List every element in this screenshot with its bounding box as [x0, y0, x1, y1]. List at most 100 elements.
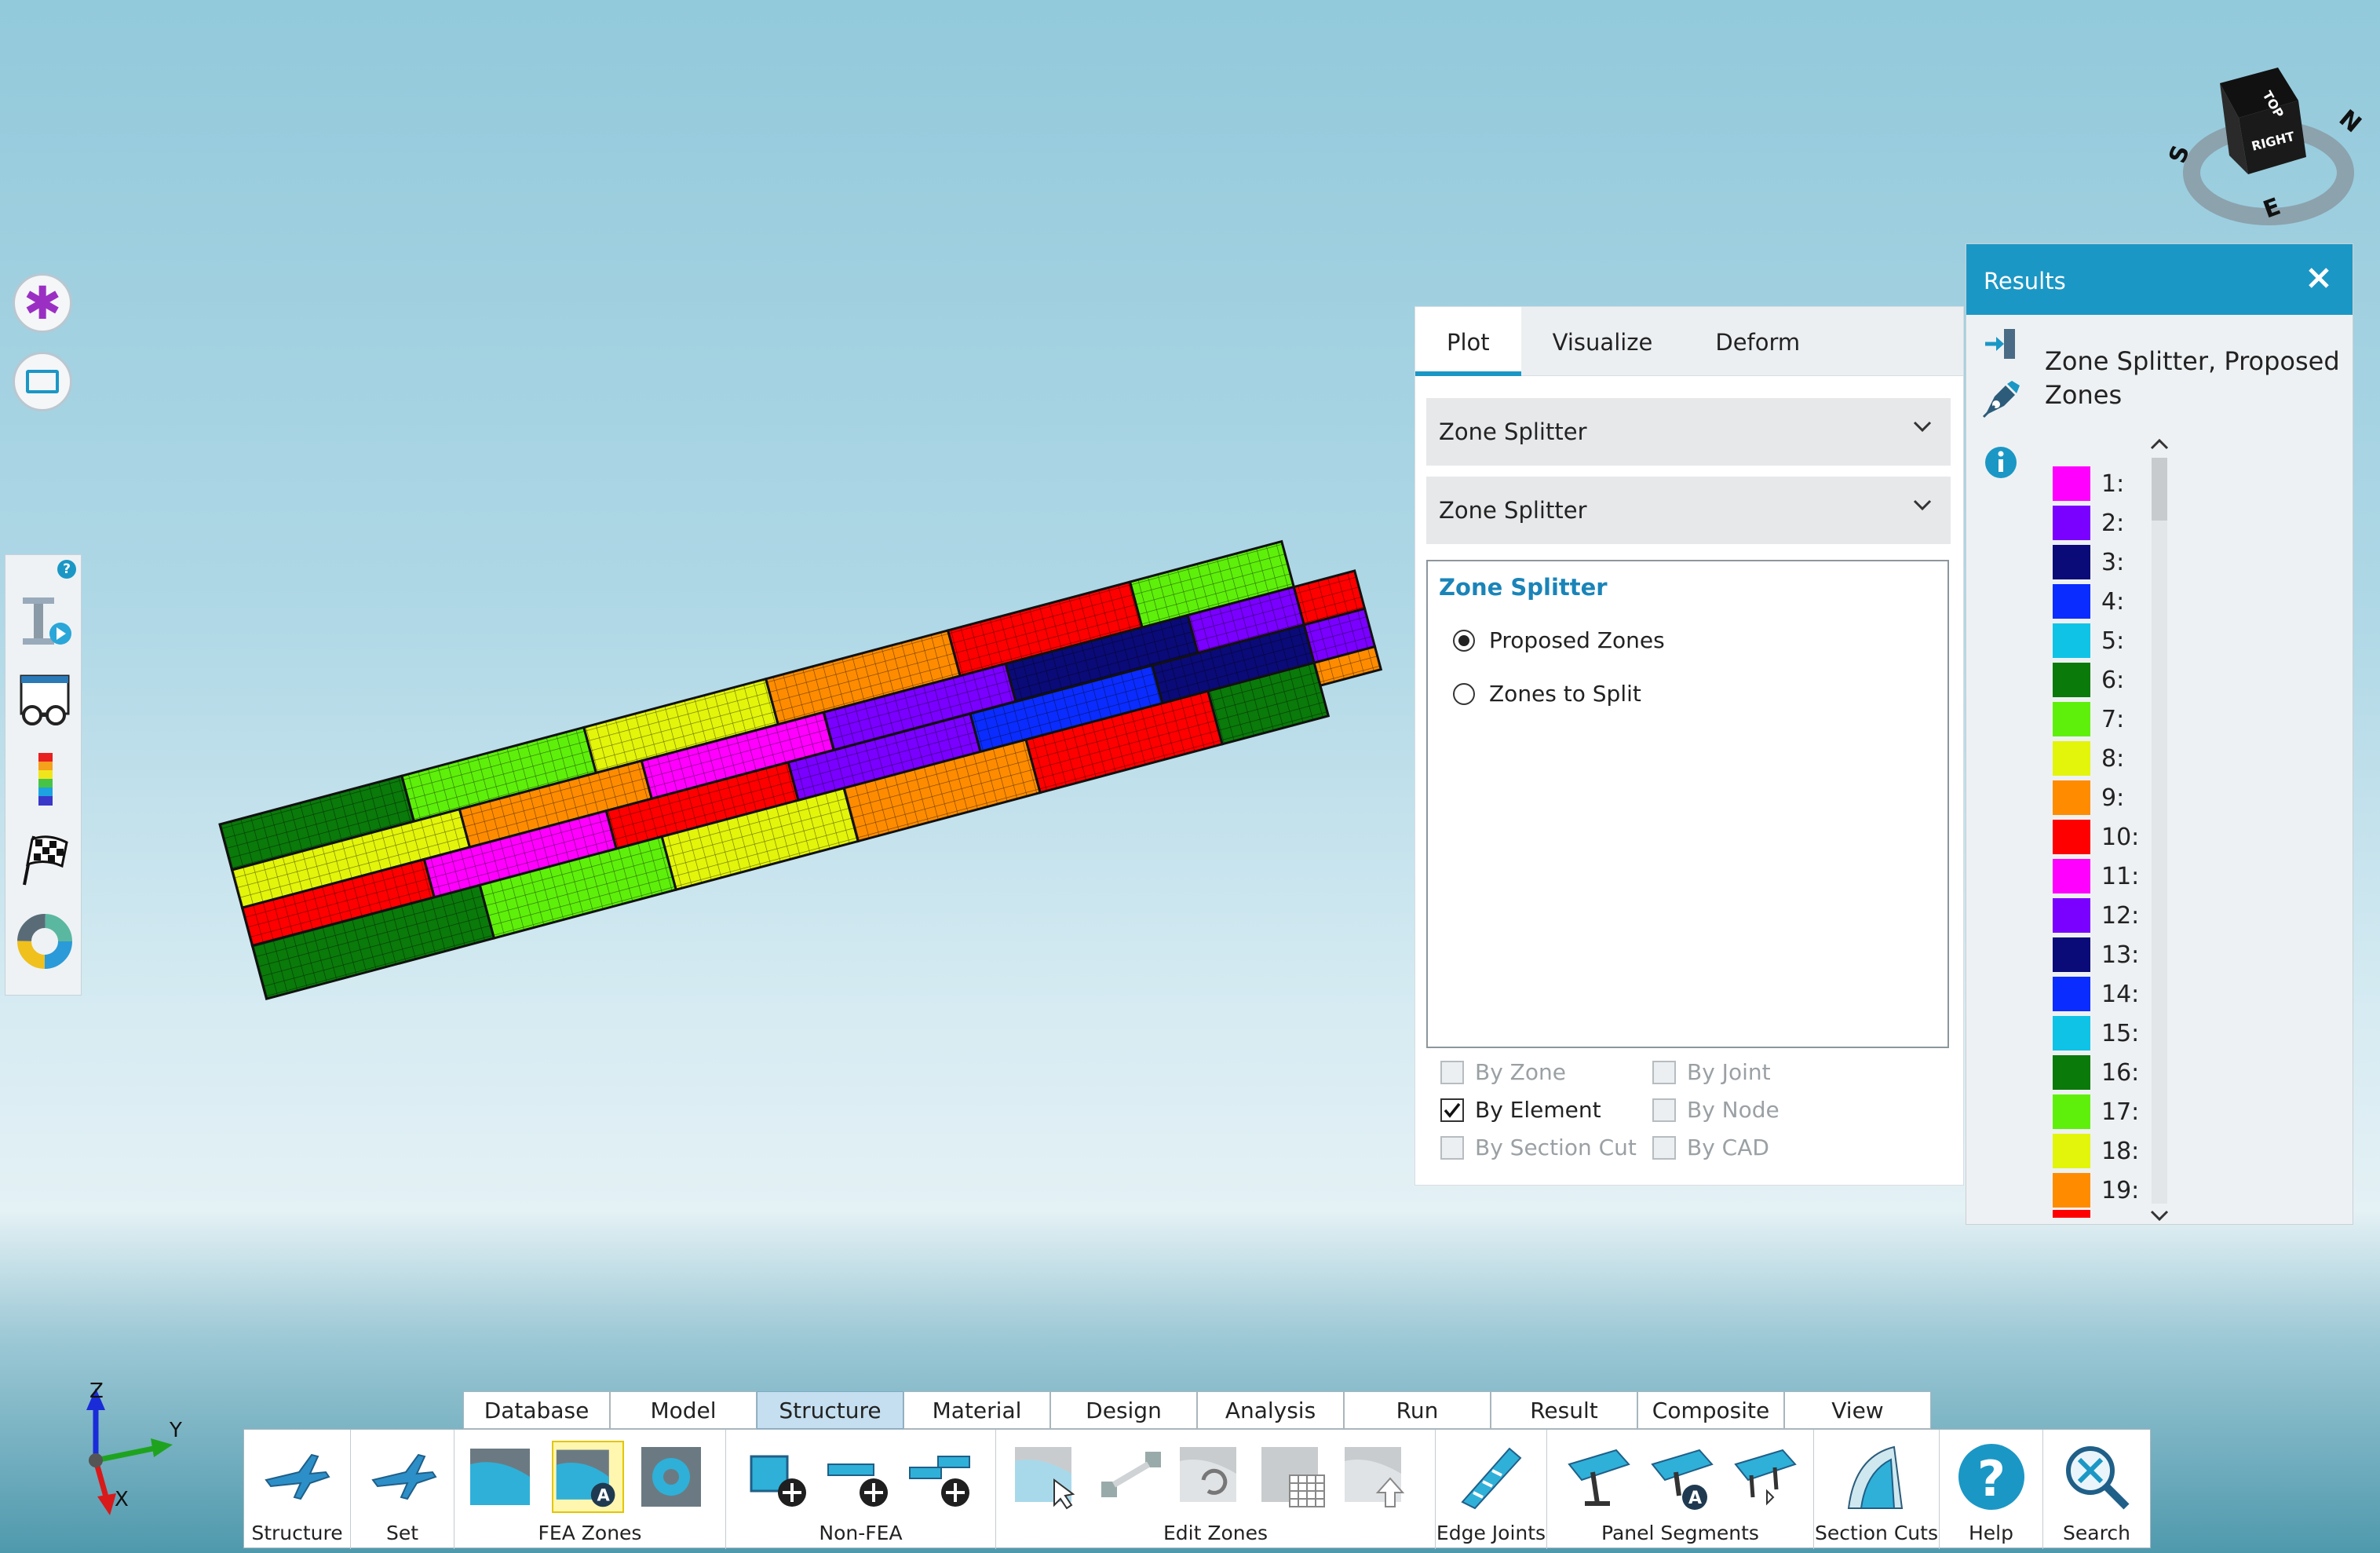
- legend-row: 10:: [2053, 817, 2218, 857]
- panel-segment-icon[interactable]: [1561, 1441, 1634, 1513]
- tab-plot[interactable]: Plot: [1415, 307, 1521, 376]
- mesh-zone-icon[interactable]: [1258, 1441, 1331, 1513]
- ribbon-tab-composite[interactable]: Composite: [1637, 1391, 1784, 1429]
- legend-swatch: [2053, 977, 2090, 1011]
- legend-label: 3:: [2101, 548, 2125, 576]
- ribbon-tabs: Database Model Structure Material Design Anal…: [463, 1391, 1931, 1429]
- model-viewport[interactable]: [0, 0, 1413, 1052]
- add-joint-icon[interactable]: [907, 1441, 979, 1513]
- chevron-down-icon[interactable]: [2144, 1204, 2175, 1227]
- legend-swatch: [2053, 937, 2090, 972]
- radio-button[interactable]: [1453, 629, 1475, 652]
- legend-swatch: [2053, 466, 2090, 501]
- promote-zone-icon[interactable]: [1341, 1441, 1414, 1513]
- check-by-zone[interactable]: By Zone: [1440, 1059, 1566, 1085]
- close-icon[interactable]: [2305, 265, 2332, 291]
- legend-row: 15:: [2053, 1014, 2218, 1053]
- search-group[interactable]: Search: [2043, 1430, 2150, 1549]
- legend-row: 16:: [2053, 1053, 2218, 1092]
- legend-label: 6:: [2101, 666, 2125, 694]
- ribbon-tab-model[interactable]: Model: [610, 1391, 757, 1429]
- checkbox[interactable]: [1652, 1098, 1676, 1122]
- ribbon-tab-result[interactable]: Result: [1491, 1391, 1637, 1429]
- fea-auto-zone-icon[interactable]: A: [552, 1441, 624, 1513]
- ribbon-tab-design[interactable]: Design: [1050, 1391, 1197, 1429]
- legend-swatch: [2053, 506, 2090, 540]
- airplane-structure-icon[interactable]: [260, 1441, 332, 1513]
- checkbox[interactable]: [1652, 1135, 1676, 1160]
- legend-row: 3:: [2053, 543, 2218, 582]
- check-by-joint[interactable]: By Joint: [1652, 1059, 1771, 1085]
- ribbon-tab-view[interactable]: View: [1784, 1391, 1931, 1429]
- zone-splitter-group: Zone Splitter Proposed Zones Zones to Sp…: [1426, 560, 1949, 1048]
- checkbox[interactable]: [1652, 1060, 1676, 1084]
- legend-swatch: [2053, 898, 2090, 933]
- search-icon[interactable]: [2061, 1441, 2133, 1513]
- radio-zones-to-split[interactable]: Zones to Split: [1453, 681, 1641, 707]
- info-icon[interactable]: [1984, 445, 2018, 480]
- section-cut-icon[interactable]: [1839, 1441, 1911, 1513]
- structure-group[interactable]: Structure: [244, 1430, 351, 1549]
- select-zone-icon[interactable]: [1012, 1441, 1084, 1513]
- view-cube[interactable]: TOP RIGHT N S E: [2164, 55, 2367, 228]
- results-header: Results: [1966, 244, 2353, 315]
- results-title: Results: [1984, 268, 2066, 294]
- panel-segments-group: A Panel Segments: [1547, 1430, 1814, 1549]
- help-label: Help: [1969, 1522, 2013, 1544]
- add-zone-icon[interactable]: [743, 1441, 816, 1513]
- checkbox[interactable]: [1440, 1135, 1464, 1160]
- edge-joints-group[interactable]: Edge Joints: [1436, 1430, 1547, 1549]
- ribbon-tab-run[interactable]: Run: [1344, 1391, 1491, 1429]
- legend-scrollbar[interactable]: [2144, 433, 2175, 1226]
- ribbon-tab-database[interactable]: Database: [463, 1391, 610, 1429]
- help-group[interactable]: ? Help: [1940, 1430, 2043, 1549]
- check-by-section-cut[interactable]: By Section Cut: [1440, 1135, 1637, 1160]
- legend-swatch: [2053, 780, 2090, 815]
- svg-text:A: A: [1688, 1489, 1702, 1508]
- add-beam-icon[interactable]: [825, 1441, 897, 1513]
- compass-n[interactable]: N: [2334, 104, 2367, 138]
- legend-label: 4:: [2101, 587, 2125, 616]
- results-heading: Zone Splitter, Proposed Zones: [2045, 346, 2340, 410]
- plot-tabs: Plot Visualize Deform: [1415, 307, 1963, 376]
- split-zone-icon[interactable]: [1095, 1441, 1167, 1513]
- scroll-track[interactable]: [2152, 458, 2167, 1204]
- ribbon-tab-analysis[interactable]: Analysis: [1197, 1391, 1344, 1429]
- radio-button[interactable]: [1453, 682, 1475, 705]
- radio-proposed-zones[interactable]: Proposed Zones: [1453, 627, 1665, 653]
- group-title: Zone Splitter: [1439, 574, 1608, 601]
- chevron-up-icon[interactable]: [2144, 433, 2175, 456]
- plot-type-dropdown[interactable]: Zone Splitter: [1426, 477, 1951, 544]
- fea-zone-icon[interactable]: [467, 1441, 539, 1513]
- legend-label: 16:: [2101, 1058, 2140, 1087]
- check-by-cad[interactable]: By CAD: [1652, 1135, 1769, 1160]
- export-icon[interactable]: [1982, 326, 2018, 362]
- pen-tool-icon[interactable]: [1979, 379, 2021, 422]
- legend-swatch: [2053, 820, 2090, 854]
- scroll-thumb[interactable]: [2152, 458, 2167, 521]
- check-by-node[interactable]: By Node: [1652, 1097, 1780, 1123]
- edge-joint-icon[interactable]: [1455, 1441, 1527, 1513]
- set-group[interactable]: Set: [351, 1430, 454, 1549]
- legend-swatch: [2053, 1173, 2090, 1208]
- check-by-element[interactable]: By Element: [1440, 1097, 1601, 1123]
- airplane-set-icon[interactable]: [367, 1441, 439, 1513]
- tab-visualize[interactable]: Visualize: [1521, 307, 1685, 375]
- checkbox[interactable]: [1440, 1098, 1464, 1122]
- plot-category-dropdown[interactable]: Zone Splitter: [1426, 398, 1951, 466]
- set-label: Set: [385, 1522, 419, 1544]
- ribbon-tab-material[interactable]: Material: [903, 1391, 1050, 1429]
- panel-zones: [218, 539, 1383, 1001]
- zone-settings-icon[interactable]: [635, 1441, 707, 1513]
- legend-label: 5:: [2101, 627, 2125, 655]
- rotate-zone-icon[interactable]: [1177, 1441, 1249, 1513]
- panel-segment-auto-icon[interactable]: A: [1644, 1441, 1717, 1513]
- checkbox[interactable]: [1440, 1060, 1464, 1084]
- panel-segment-split-icon[interactable]: [1728, 1441, 1800, 1513]
- ribbon-tab-structure[interactable]: Structure: [757, 1391, 903, 1429]
- svg-text:?: ?: [1977, 1450, 2006, 1507]
- legend-label: 15:: [2101, 1019, 2140, 1047]
- help-icon[interactable]: ?: [1955, 1441, 2028, 1513]
- section-cuts-group[interactable]: Section Cuts: [1814, 1430, 1940, 1549]
- tab-deform[interactable]: Deform: [1684, 307, 1831, 375]
